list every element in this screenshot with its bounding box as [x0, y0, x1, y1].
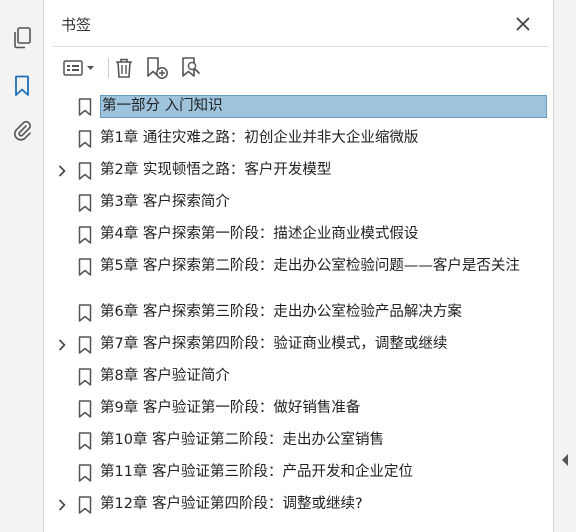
bookmark-label[interactable]: 第6章 客户探索第三阶段：走出办公室检验产品解决方案 [100, 302, 530, 323]
bookmark-label[interactable]: 第10章 客户验证第二阶段：走出办公室销售 [100, 430, 530, 451]
new-bookmark-icon[interactable] [144, 55, 170, 81]
collapse-panel-icon[interactable] [560, 453, 570, 467]
bookmark-icon [78, 130, 92, 148]
bookmark-icon [78, 162, 92, 180]
bookmark-label[interactable]: 第8章 客户验证简介 [100, 366, 530, 387]
options-menu-icon[interactable] [59, 55, 99, 81]
bookmark-label[interactable]: 第1章 通往灾难之路：初创企业并非大企业缩微版 [100, 128, 530, 149]
bookmarks-toolbar [45, 50, 553, 86]
bookmark-icon [78, 304, 92, 322]
chevron-right-icon[interactable] [55, 164, 69, 178]
panel-splitter[interactable] [553, 0, 576, 532]
bookmark-icon [78, 258, 92, 276]
bookmark-search-icon[interactable] [179, 55, 205, 81]
bookmark-label[interactable]: 第5章 客户探索第二阶段：走出办公室检验问题——客户是否关注 [100, 256, 530, 277]
bookmark-label[interactable]: 第9章 客户验证第一阶段：做好销售准备 [100, 398, 530, 419]
panel-title: 书签 [61, 16, 92, 34]
header-divider [53, 46, 549, 47]
pages-icon[interactable] [8, 24, 36, 52]
bookmark-icon [78, 400, 92, 418]
bookmark-label[interactable]: 第7章 客户探索第四阶段：验证商业模式，调整或继续 [100, 334, 530, 355]
bookmark-label[interactable]: 第12章 客户验证第四阶段：调整或继续? [100, 494, 530, 515]
bookmark-label[interactable]: 第4章 客户探索第一阶段：描述企业商业模式假设 [100, 224, 530, 245]
bookmark-icon [78, 336, 92, 354]
bookmark-icon [78, 194, 92, 212]
bookmark-icon [78, 368, 92, 386]
panel-header: 书签 [45, 0, 553, 46]
bookmark-icon [78, 432, 92, 450]
bookmark-icon [78, 496, 92, 514]
bookmark-icon [78, 98, 92, 116]
chevron-right-icon[interactable] [55, 338, 69, 352]
delete-icon[interactable] [112, 55, 136, 81]
close-icon[interactable] [513, 14, 533, 34]
bookmark-icon [78, 464, 92, 482]
bookmark-icon[interactable] [8, 72, 36, 100]
bookmark-label[interactable]: 第3章 客户探索简介 [100, 192, 530, 213]
bookmark-label[interactable]: 第一部分 入门知识 [100, 95, 547, 118]
bookmark-icon [78, 226, 92, 244]
bookmark-label[interactable]: 第2章 实现顿悟之路：客户开发模型 [100, 160, 530, 181]
left-nav-rail [0, 0, 44, 532]
chevron-right-icon[interactable] [55, 498, 69, 512]
bookmark-label[interactable]: 第11章 客户验证第三阶段：产品开发和企业定位 [100, 462, 530, 483]
toolbar-separator [108, 58, 109, 78]
bookmarks-panel: 书签 第一部分 入门知识 第1章 通往灾难之路：初创企业并非大企业缩微版 第2章… [45, 0, 553, 532]
attachment-icon[interactable] [8, 116, 36, 144]
